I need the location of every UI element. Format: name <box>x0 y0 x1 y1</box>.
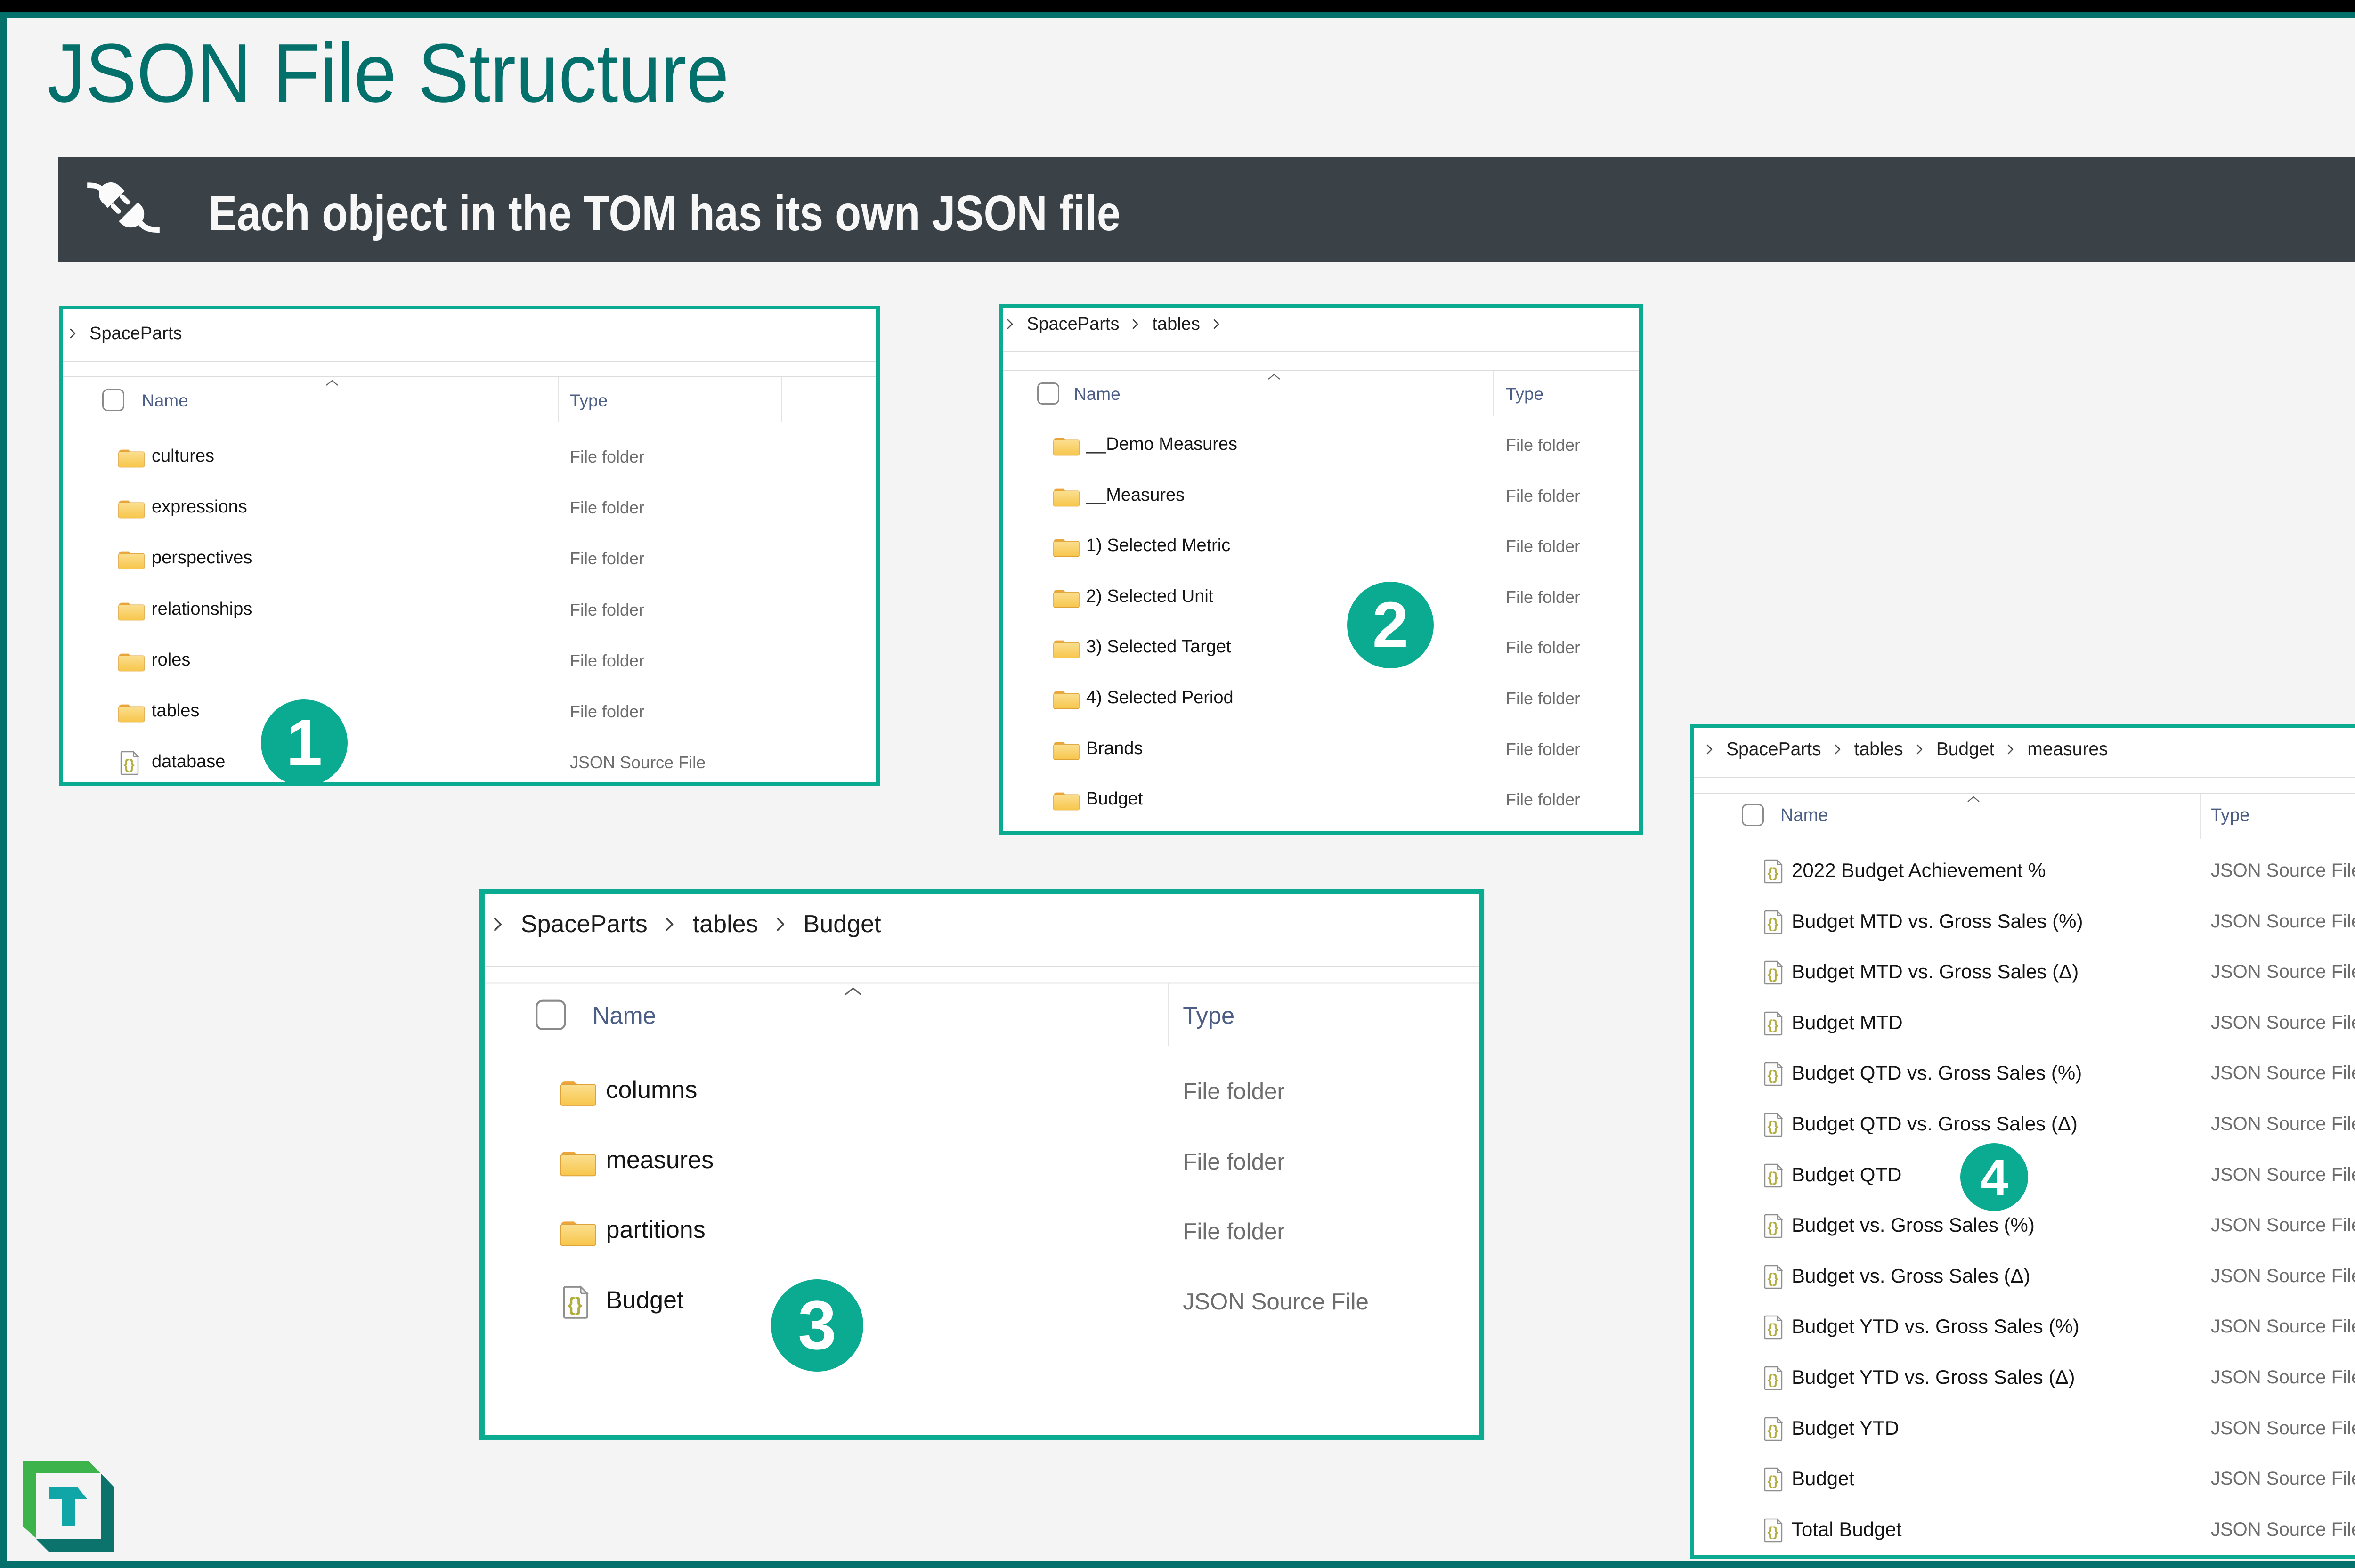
svg-text:{}: {} <box>1767 967 1778 982</box>
svg-text:{}: {} <box>1767 1321 1778 1337</box>
svg-text:{}: {} <box>1767 916 1778 932</box>
svg-text:{}: {} <box>1767 1423 1778 1438</box>
svg-text:{}: {} <box>1767 1524 1778 1540</box>
svg-text:{}: {} <box>1767 1068 1778 1083</box>
svg-text:{}: {} <box>1767 1017 1778 1033</box>
svg-text:{}: {} <box>1767 1220 1778 1235</box>
svg-text:{}: {} <box>1767 1119 1778 1134</box>
svg-text:{}: {} <box>1767 1170 1778 1185</box>
svg-text:{}: {} <box>1767 1473 1778 1489</box>
svg-text:{}: {} <box>1767 865 1778 881</box>
svg-text:{}: {} <box>1767 1372 1778 1388</box>
svg-text:{}: {} <box>568 1293 583 1315</box>
svg-text:{}: {} <box>123 757 135 772</box>
svg-text:{}: {} <box>1767 1271 1778 1286</box>
